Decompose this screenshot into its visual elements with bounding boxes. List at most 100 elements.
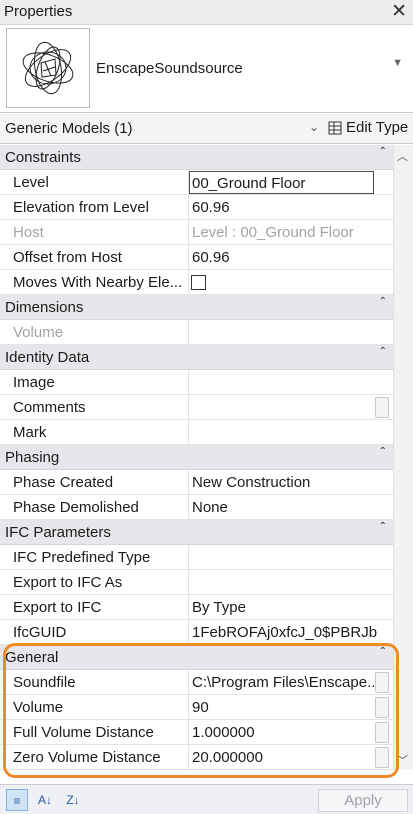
panel-title: Properties — [4, 3, 73, 20]
volume-browse-button[interactable] — [375, 697, 389, 718]
property-row-ifc-predefined-type[interactable]: IFC Predefined Type — [0, 545, 393, 570]
property-row-comments[interactable]: Comments — [0, 395, 393, 420]
scroll-up-icon[interactable]: ︿ — [397, 148, 408, 164]
property-row-soundfile[interactable]: Soundfile C:\Program Files\Enscape... — [0, 670, 393, 695]
moves-with-nearby-checkbox[interactable] — [191, 275, 206, 290]
property-name: Volume — [0, 695, 189, 720]
apply-button[interactable]: Apply — [318, 789, 408, 812]
group-title: IFC Parameters — [5, 524, 111, 541]
property-row-moves-with[interactable]: Moves With Nearby Ele... — [0, 270, 393, 295]
edit-type-button[interactable]: Edit Type — [328, 119, 408, 136]
property-value[interactable]: 60.96 — [189, 245, 393, 270]
property-row-image[interactable]: Image — [0, 370, 393, 395]
level-input[interactable]: 00_Ground Floor — [189, 171, 374, 194]
vertical-scrollbar[interactable]: ︿ ﹀ — [393, 145, 413, 770]
property-row-zero-volume-distance[interactable]: Zero Volume Distance 20.000000 — [0, 745, 393, 770]
property-name: Soundfile — [0, 670, 189, 695]
property-value[interactable]: None — [189, 495, 393, 520]
property-row-export-ifc[interactable]: Export to IFC By Type — [0, 595, 393, 620]
scroll-down-icon[interactable]: ﹀ — [397, 752, 408, 768]
property-row-phase-demolished[interactable]: Phase Demolished None — [0, 495, 393, 520]
property-row-level[interactable]: Level 00_Ground Floor — [0, 170, 393, 195]
property-value[interactable]: 1FebROFAj0xfcJ_0$PBRJb — [189, 620, 393, 645]
property-row-export-ifc-as[interactable]: Export to IFC As — [0, 570, 393, 595]
property-value[interactable]: By Type — [189, 595, 393, 620]
property-row-offset[interactable]: Offset from Host 60.96 — [0, 245, 393, 270]
group-constraints[interactable]: Constraints ⌃ — [0, 145, 393, 170]
categorized-sort-icon[interactable]: ≡ — [6, 789, 28, 811]
property-name: Elevation from Level — [0, 195, 189, 220]
property-name: Offset from Host — [0, 245, 189, 270]
property-value[interactable] — [189, 545, 393, 570]
property-value[interactable]: 20.000000 — [189, 745, 393, 770]
sort-descending-icon[interactable]: Z↓ — [62, 789, 84, 811]
group-phasing[interactable]: Phasing ⌃ — [0, 445, 393, 470]
group-identity-data[interactable]: Identity Data ⌃ — [0, 345, 393, 370]
property-value[interactable] — [189, 370, 393, 395]
group-ifc-parameters[interactable]: IFC Parameters ⌃ — [0, 520, 393, 545]
property-grid: Constraints ⌃ Level 00_Ground Floor Elev… — [0, 145, 393, 770]
category-filter[interactable]: Generic Models (1) — [5, 120, 133, 137]
property-row-mark[interactable]: Mark — [0, 420, 393, 445]
zero-volume-browse-button[interactable] — [375, 747, 389, 768]
property-value[interactable] — [189, 395, 393, 420]
property-value[interactable] — [189, 570, 393, 595]
group-general[interactable]: General ⌃ — [0, 645, 393, 670]
property-name: Volume — [0, 320, 189, 345]
collapse-icon[interactable]: ⌃ — [379, 146, 387, 157]
property-name: Moves With Nearby Ele... — [0, 270, 189, 295]
property-name: Export to IFC As — [0, 570, 189, 595]
property-row-ifcguid[interactable]: IfcGUID 1FebROFAj0xfcJ_0$PBRJb — [0, 620, 393, 645]
collapse-icon[interactable]: ⌃ — [379, 446, 387, 457]
property-row-full-volume-distance[interactable]: Full Volume Distance 1.000000 — [0, 720, 393, 745]
chevron-down-icon[interactable]: ▼ — [392, 57, 403, 69]
property-value[interactable]: 1.000000 — [189, 720, 393, 745]
bottom-toolbar: ≡ A↓ Z↓ Apply — [0, 784, 413, 814]
edit-type-label: Edit Type — [346, 119, 409, 136]
soundfile-browse-button[interactable] — [375, 672, 389, 693]
property-name: Phase Demolished — [0, 495, 189, 520]
properties-title-bar: Properties ✕ — [0, 0, 413, 25]
group-title: Constraints — [5, 149, 81, 166]
property-name: Comments — [0, 395, 189, 420]
property-name: Export to IFC — [0, 595, 189, 620]
property-row-host: Host Level : 00_Ground Floor — [0, 220, 393, 245]
property-name: IFC Predefined Type — [0, 545, 189, 570]
sound-source-preview-icon — [6, 28, 90, 108]
property-row-elevation[interactable]: Elevation from Level 60.96 — [0, 195, 393, 220]
property-value: Level : 00_Ground Floor — [192, 224, 354, 241]
property-name: IfcGUID — [0, 620, 189, 645]
property-value[interactable]: New Construction — [189, 470, 393, 495]
property-name: Image — [0, 370, 189, 395]
property-value[interactable]: 60.96 — [189, 195, 393, 220]
property-name: Zero Volume Distance — [0, 745, 189, 770]
close-icon[interactable]: ✕ — [391, 0, 407, 24]
collapse-icon[interactable]: ⌃ — [379, 521, 387, 532]
group-title: Phasing — [5, 449, 60, 466]
property-row-phase-created[interactable]: Phase Created New Construction — [0, 470, 393, 495]
collapse-icon[interactable]: ⌃ — [379, 646, 387, 657]
collapse-icon[interactable]: ⌃ — [379, 296, 387, 307]
property-name: Full Volume Distance — [0, 720, 189, 745]
filter-dropdown-icon[interactable]: ⌄ — [309, 120, 319, 134]
type-name: EnscapeSoundsource — [96, 60, 243, 77]
sort-ascending-icon[interactable]: A↓ — [34, 789, 56, 811]
full-volume-browse-button[interactable] — [375, 722, 389, 743]
group-title: Identity Data — [5, 349, 90, 366]
property-row-volume-dim: Volume — [0, 320, 393, 345]
comments-browse-button[interactable] — [375, 397, 389, 418]
collapse-icon[interactable]: ⌃ — [379, 346, 387, 357]
property-value[interactable] — [189, 420, 393, 445]
property-name: Host — [0, 220, 189, 245]
property-value — [189, 320, 393, 345]
group-dimensions[interactable]: Dimensions ⌃ — [0, 295, 393, 320]
property-value[interactable]: C:\Program Files\Enscape... — [189, 670, 393, 695]
property-name: Level — [0, 170, 189, 195]
edit-type-icon — [328, 121, 342, 134]
group-title: Dimensions — [5, 299, 84, 316]
type-selector[interactable]: EnscapeSoundsource ▼ — [0, 25, 413, 113]
property-value[interactable]: 90 — [189, 695, 393, 720]
instance-filter-bar: Generic Models (1) ⌄ Edit Type — [0, 114, 413, 144]
property-name: Mark — [0, 420, 189, 445]
property-row-volume[interactable]: Volume 90 — [0, 695, 393, 720]
